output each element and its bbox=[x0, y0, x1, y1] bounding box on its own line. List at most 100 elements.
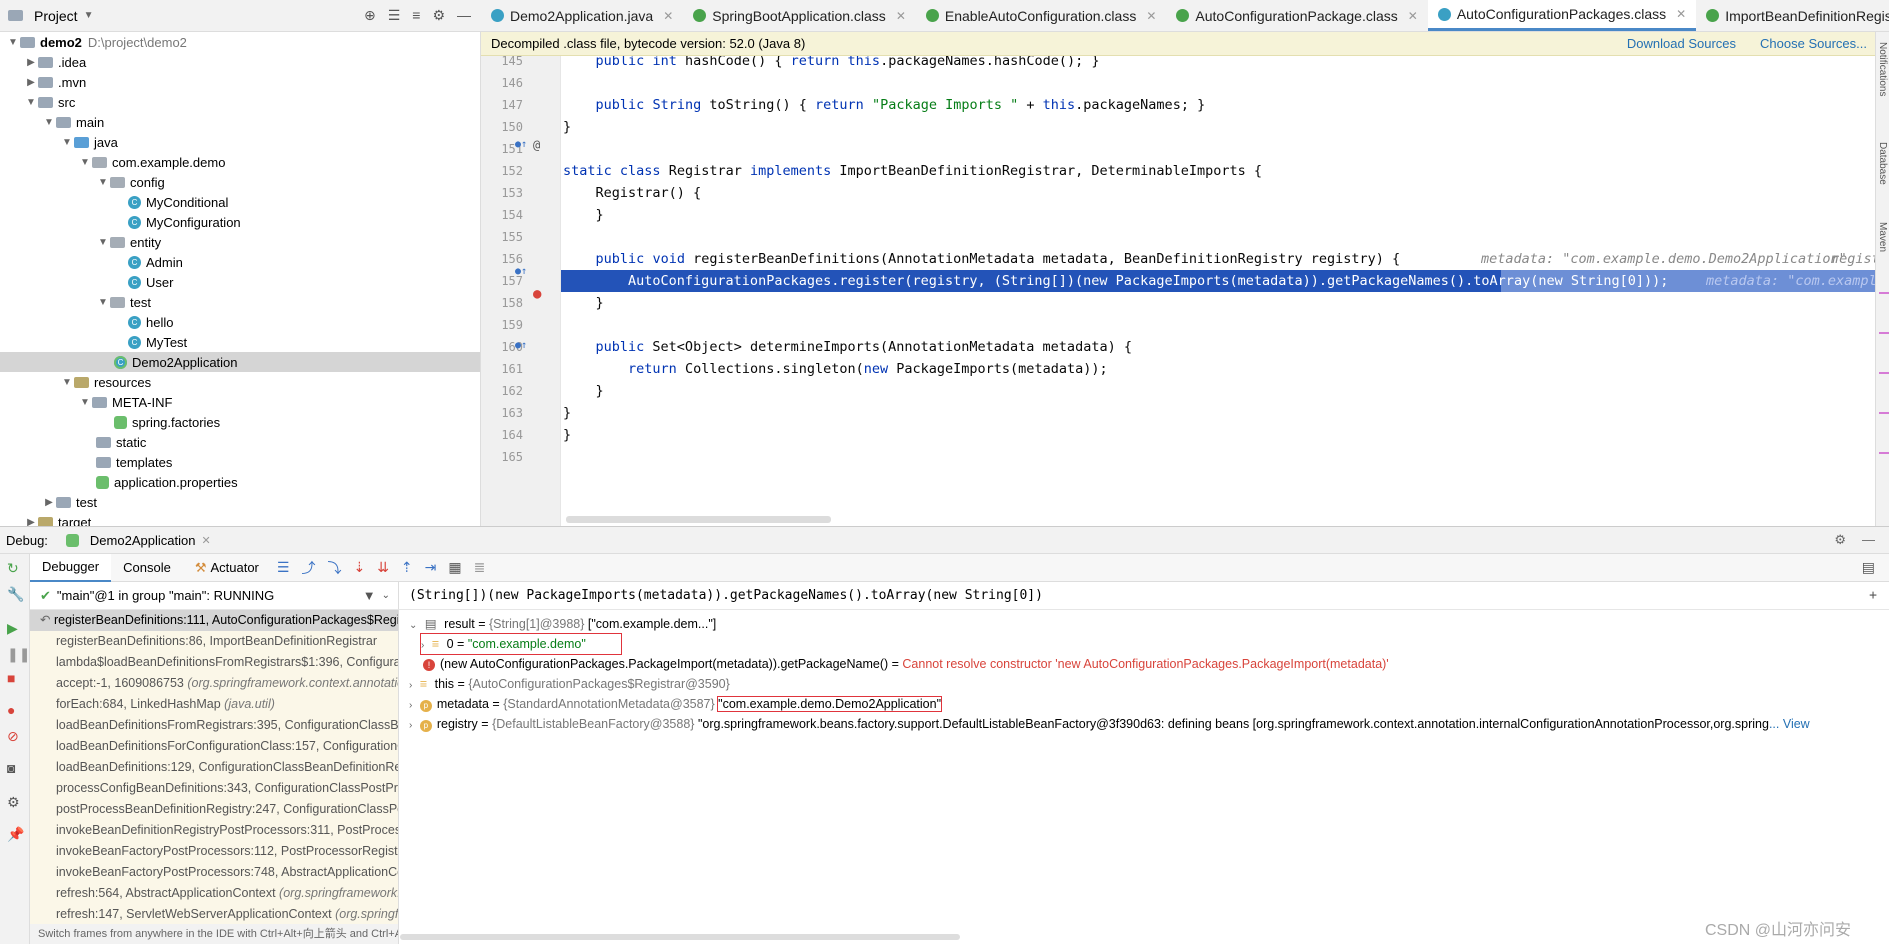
chevron-down-icon[interactable]: ▼ bbox=[96, 237, 110, 248]
chevron-down-icon[interactable]: ⌄ bbox=[382, 590, 390, 601]
expand-all-icon[interactable]: ☰ bbox=[388, 7, 401, 24]
pin-icon[interactable]: 📌 bbox=[7, 826, 24, 843]
database-tab[interactable]: Database bbox=[1877, 142, 1888, 185]
variables-horizontal-scrollbar[interactable] bbox=[400, 934, 960, 940]
layout-icon[interactable]: ▤ bbox=[1862, 559, 1875, 576]
implements-icon[interactable]: ●↑ bbox=[515, 340, 527, 351]
frame-item[interactable]: invokeBeanDefinitionRegistryPostProcesso… bbox=[30, 820, 398, 841]
notifications-tab[interactable]: Notifications bbox=[1877, 42, 1888, 96]
gear-icon[interactable]: ⚙ bbox=[432, 7, 445, 24]
chevron-down-icon[interactable]: ▼ bbox=[96, 297, 110, 308]
frame-item[interactable]: forEach:684, LinkedHashMap (java.util) bbox=[30, 694, 398, 715]
tree-item[interactable]: static bbox=[0, 432, 480, 452]
var-error[interactable]: ! (new AutoConfigurationPackages.PackageI… bbox=[423, 654, 1389, 674]
chevron-right-icon[interactable]: ▶ bbox=[24, 57, 38, 68]
pause-icon[interactable]: ❚❚ bbox=[7, 646, 30, 663]
tab-autoconfigurationpackages[interactable]: AutoConfigurationPackages.class ✕ bbox=[1427, 0, 1697, 31]
force-step-into-icon[interactable]: ⇊ bbox=[377, 559, 389, 576]
evaluate-expression-icon[interactable]: ▦ bbox=[448, 559, 461, 576]
frame-item[interactable]: loadBeanDefinitionsFromRegistrars:395, C… bbox=[30, 715, 398, 736]
tab-debugger[interactable]: Debugger bbox=[30, 553, 112, 582]
stop-icon[interactable]: ■ bbox=[7, 670, 15, 686]
tab-springbootapplication[interactable]: SpringBootApplication.class ✕ bbox=[683, 0, 916, 31]
step-over-icon[interactable]: ⤵ bbox=[327, 558, 341, 578]
tree-item-selected[interactable]: C Demo2Application bbox=[0, 352, 480, 372]
close-icon[interactable]: ✕ bbox=[201, 534, 210, 547]
tab-autoconfigurationpackage[interactable]: AutoConfigurationPackage.class ✕ bbox=[1166, 0, 1427, 31]
collapse-all-icon[interactable]: ≡ bbox=[412, 7, 420, 24]
tree-item[interactable]: ▶ test bbox=[0, 492, 480, 512]
tree-item[interactable]: application.properties bbox=[0, 472, 480, 492]
view-breakpoints-icon[interactable]: ● bbox=[7, 702, 15, 718]
tree-item[interactable]: ▼ test bbox=[0, 292, 480, 312]
evaluate-expression-input[interactable]: (String[])(new PackageImports(metadata))… bbox=[409, 588, 1043, 603]
tree-item[interactable]: ▼ src bbox=[0, 92, 480, 112]
tree-item[interactable]: C MyConfiguration bbox=[0, 212, 480, 232]
close-icon[interactable]: ✕ bbox=[1408, 9, 1418, 23]
camera-icon[interactable]: ◙ bbox=[7, 760, 15, 776]
tree-item[interactable]: ▼ META-INF bbox=[0, 392, 480, 412]
chevron-down-icon[interactable]: ▼ bbox=[78, 157, 92, 168]
settings-icon[interactable]: ⚙ bbox=[7, 794, 20, 811]
tree-item[interactable]: C User bbox=[0, 272, 480, 292]
tree-item[interactable]: ▼ main bbox=[0, 112, 480, 132]
tree-item[interactable]: C MyTest bbox=[0, 332, 480, 352]
implements-icon[interactable]: ●↑ bbox=[515, 266, 527, 277]
tree-item[interactable]: templates bbox=[0, 452, 480, 472]
rerun-icon[interactable]: ↻ bbox=[7, 560, 19, 577]
tab-demo2application-java[interactable]: Demo2Application.java ✕ bbox=[481, 0, 683, 31]
chevron-right-icon[interactable]: ▶ bbox=[42, 497, 56, 508]
chevron-down-icon[interactable]: ▼ bbox=[6, 37, 20, 48]
tree-item[interactable]: ▼ entity bbox=[0, 232, 480, 252]
show-execution-point-icon[interactable]: ⤴ bbox=[301, 558, 315, 578]
minimize-icon[interactable]: — bbox=[457, 7, 471, 24]
chevron-right-icon[interactable]: › bbox=[409, 720, 412, 731]
var-this[interactable]: › ≡ this = {AutoConfigurationPackages$Re… bbox=[409, 674, 730, 694]
override-icon[interactable]: ●↑ bbox=[515, 139, 527, 150]
tree-item[interactable]: ▼ com.example.demo bbox=[0, 152, 480, 172]
frame-item[interactable]: processConfigBeanDefinitions:343, Config… bbox=[30, 778, 398, 799]
code-editor[interactable]: 145 146 147 150 151 152 153 154 155 156 157 158 159 1… bbox=[481, 56, 1889, 526]
tree-item[interactable]: C MyConditional bbox=[0, 192, 480, 212]
tree-item[interactable]: ▶ .idea bbox=[0, 52, 480, 72]
view-link[interactable]: ... View bbox=[1769, 717, 1810, 731]
thread-selector[interactable]: ✔ "main"@1 in group "main": RUNNING ▼ ⌄ bbox=[30, 582, 398, 610]
chevron-down-icon[interactable]: ▼ bbox=[60, 137, 74, 148]
trace-icon[interactable]: ≣ bbox=[474, 559, 486, 576]
frame-item[interactable]: loadBeanDefinitions:129, ConfigurationCl… bbox=[30, 757, 398, 778]
mute-breakpoints-icon[interactable]: ⊘ bbox=[7, 728, 19, 745]
chevron-right-icon[interactable]: › bbox=[409, 680, 412, 691]
chevron-down-icon[interactable]: ▼ bbox=[84, 10, 94, 21]
tree-item[interactable]: spring.factories bbox=[0, 412, 480, 432]
frame-item[interactable]: lambda$loadBeanDefinitionsFromRegistrars… bbox=[30, 652, 398, 673]
tree-root[interactable]: ▼ demo2 D:\project\demo2 bbox=[0, 32, 480, 52]
frame-item[interactable]: invokeBeanFactoryPostProcessors:112, Pos… bbox=[30, 841, 398, 862]
minimize-icon[interactable]: — bbox=[1862, 532, 1875, 548]
tab-enableautoconfiguration[interactable]: EnableAutoConfiguration.class ✕ bbox=[916, 0, 1167, 31]
maven-tab[interactable]: Maven bbox=[1877, 222, 1888, 252]
frame-item[interactable]: postProcessBeanDefinitionRegistry:247, C… bbox=[30, 799, 398, 820]
frame-item-selected[interactable]: ↶ registerBeanDefinitions:111, AutoConfi… bbox=[30, 610, 398, 631]
tab-actuator[interactable]: ⚒ Actuator bbox=[183, 554, 271, 582]
project-panel-title[interactable]: Project bbox=[34, 8, 78, 24]
tree-item[interactable]: ▼ java bbox=[0, 132, 480, 152]
step-into-icon[interactable]: ⇣ bbox=[353, 559, 365, 576]
close-icon[interactable]: ✕ bbox=[1676, 7, 1686, 21]
var-registry[interactable]: › p registry = {DefaultListableBeanFactor… bbox=[409, 714, 1810, 734]
var-result-item-0[interactable]: › ≡ 0 = "com.example.demo" bbox=[420, 633, 622, 655]
frame-item[interactable]: accept:-1, 1609086753 (org.springframewo… bbox=[30, 673, 398, 694]
tree-item[interactable]: C Admin bbox=[0, 252, 480, 272]
download-sources-link[interactable]: Download Sources bbox=[1627, 36, 1736, 51]
gear-icon[interactable]: ⚙ bbox=[1834, 532, 1846, 548]
chevron-down-icon[interactable]: ▼ bbox=[96, 177, 110, 188]
tree-item[interactable]: Chello bbox=[0, 312, 480, 332]
filter-icon[interactable]: ▼ bbox=[363, 588, 376, 603]
run-to-cursor-icon[interactable]: ⇥ bbox=[425, 559, 437, 576]
tree-item[interactable]: ▼ config bbox=[0, 172, 480, 192]
chevron-right-icon[interactable]: ▶ bbox=[24, 77, 38, 88]
var-result[interactable]: ⌄ ▤ result = {String[1]@3988} ["com.exam… bbox=[409, 614, 716, 634]
tree-item[interactable]: ▶ target bbox=[0, 512, 480, 526]
tab-importbeandefinitionregistrar[interactable]: ImportBeanDefinitionRegistrar.class✕ bbox=[1696, 0, 1889, 31]
locate-icon[interactable]: ⊕ bbox=[364, 7, 376, 24]
chevron-right-icon[interactable]: › bbox=[421, 640, 424, 651]
